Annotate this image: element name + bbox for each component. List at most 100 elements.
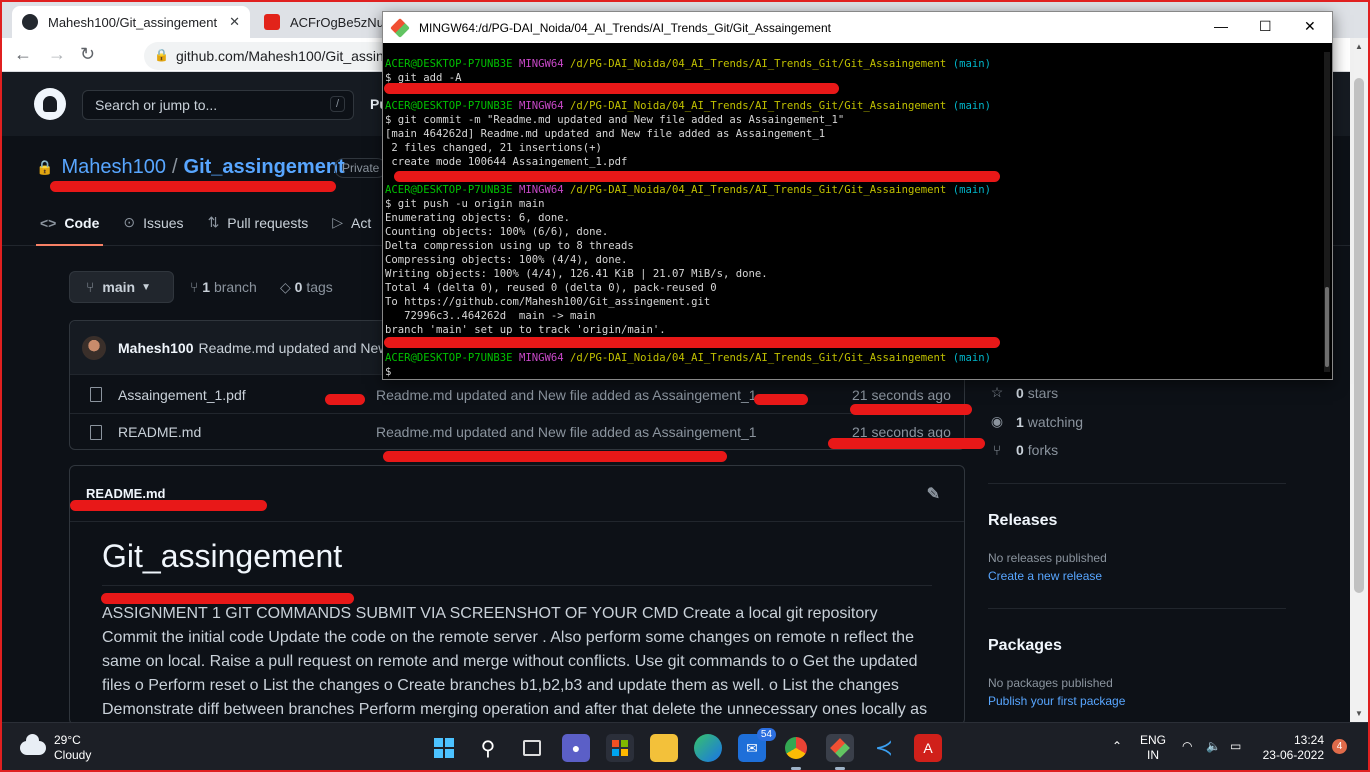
close-tab-icon[interactable]: ✕ (229, 14, 240, 30)
tab-issues[interactable]: ⊙ Issues (123, 214, 183, 231)
tab-label: Pull requests (227, 214, 309, 231)
repo-owner-link[interactable]: Mahesh100 (61, 156, 166, 179)
repo-name-link[interactable]: Git_assingement (184, 156, 345, 179)
file-name-link[interactable]: README.md (118, 424, 201, 440)
avatar[interactable] (82, 335, 106, 360)
close-icon[interactable]: ✕ (1304, 18, 1316, 35)
tag-icon: ◇ (280, 279, 295, 295)
commit-message[interactable]: Readme.md updated and New (198, 340, 388, 356)
language-indicator[interactable]: ENG IN (1140, 733, 1166, 763)
annotation-mark (394, 171, 1000, 182)
vscode-icon[interactable]: ≺ (870, 734, 898, 762)
path-separator: / (171, 156, 178, 178)
clock[interactable]: 13:24 23-06-2022 (1258, 733, 1324, 763)
publish-package-link[interactable]: Publish your first package (988, 694, 1125, 708)
git-bash-icon[interactable] (826, 734, 854, 770)
branches-link[interactable]: ⑂ 1 branch (190, 279, 257, 295)
branches-label: branch (213, 279, 257, 295)
terminal-titlebar[interactable]: MINGW64:/d/PG-DAI_Noida/04_AI_Trends/AI_… (383, 12, 1332, 43)
volume-icon[interactable]: 🔈 (1206, 739, 1221, 753)
tab-actions[interactable]: ▷ Act (332, 214, 371, 231)
notification-badge[interactable]: 4 (1332, 739, 1347, 754)
github-logo-icon[interactable] (34, 88, 66, 120)
edge-icon[interactable] (694, 734, 722, 762)
browser-tab-pdf[interactable]: ACFrOgBe5zNuX5 (254, 6, 400, 38)
maximize-icon[interactable]: ☐ (1259, 18, 1272, 35)
browser-tab-title: Mahesh100/Git_assingement (48, 14, 218, 30)
forks-count: 0 (1016, 442, 1024, 458)
chrome-icon[interactable] (782, 734, 810, 770)
forward-icon[interactable]: → (48, 44, 66, 65)
file-name-link[interactable]: Assaingement_1.pdf (118, 387, 246, 403)
releases-heading[interactable]: Releases (988, 512, 1057, 530)
tab-code[interactable]: <> Code (35, 214, 104, 246)
no-releases-text: No releases published (988, 551, 1107, 565)
minimize-icon[interactable]: — (1214, 18, 1228, 34)
scrollbar-thumb[interactable] (1354, 78, 1364, 593)
annotation-mark (383, 451, 727, 462)
search-input[interactable]: Search or jump to... / (82, 90, 354, 120)
prompt-host: MINGW64 (518, 100, 564, 112)
terminal-output-line: 2 files changed, 21 insertions(+) (385, 142, 602, 154)
address-bar[interactable]: 🔒 github.com/Mahesh100/Git_assin (144, 42, 404, 70)
mail-icon[interactable]: ✉ 54 (738, 728, 776, 762)
lock-icon: 🔒 (154, 48, 169, 62)
terminal-output-line: 72996c3..464262d main -> main (385, 310, 596, 322)
file-icon (90, 424, 102, 440)
stars-count: 0 (1016, 384, 1024, 401)
packages-heading[interactable]: Packages (988, 637, 1062, 655)
search-icon[interactable]: ⚲ (474, 734, 502, 762)
back-icon[interactable]: ← (14, 44, 32, 65)
watching-link[interactable]: ◉ 1 watching (988, 413, 1083, 430)
git-bash-window[interactable]: MINGW64:/d/PG-DAI_Noida/04_AI_Trends/AI_… (382, 11, 1333, 380)
windows-start-icon[interactable] (430, 734, 458, 762)
terminal-scrollbar[interactable] (1324, 52, 1330, 372)
language: ENG (1140, 733, 1167, 747)
file-explorer-icon[interactable] (650, 734, 678, 762)
browser-tab-github[interactable]: Mahesh100/Git_assingement ✕ (12, 6, 250, 38)
chevron-up-icon[interactable]: ⌃ (1112, 739, 1122, 753)
tags-link[interactable]: ◇ 0 tags (280, 279, 333, 296)
annotation-mark (50, 181, 336, 192)
store-icon[interactable] (606, 734, 634, 762)
annotation-mark (325, 394, 365, 405)
windows-taskbar: 29°C Cloudy ⚲ ● ✉ 54 ≺ A ⌃ ENG IN ◠ 🔈 ▭ 1… (0, 722, 1370, 772)
pencil-icon[interactable]: ✎ (927, 484, 940, 504)
annotation-mark (384, 83, 839, 94)
file-commit-message[interactable]: Readme.md updated and New file added as … (376, 387, 757, 403)
watching-count: 1 (1016, 413, 1024, 430)
mail-badge: 54 (756, 728, 776, 741)
file-commit-message[interactable]: Readme.md updated and New file added as … (376, 424, 757, 440)
create-release-link[interactable]: Create a new release (988, 569, 1102, 583)
branch-select-button[interactable]: ⑂ main ▼ (69, 271, 174, 303)
teams-chat-icon[interactable]: ● (562, 734, 590, 762)
prompt-path: /d/PG-DAI_Noida/04_AI_Trends/AI_Trends_G… (570, 184, 947, 196)
tab-pull-requests[interactable]: ⇅ Pull requests (208, 214, 309, 231)
prompt-host: MINGW64 (518, 184, 564, 196)
terminal-output[interactable]: ACER@DESKTOP-P7UNB3E MINGW64 /d/PG-DAI_N… (385, 57, 1315, 379)
region: IN (1147, 748, 1159, 762)
acrobat-icon[interactable]: A (914, 734, 942, 762)
prompt-user: ACER@DESKTOP-P7UNB3E (385, 184, 513, 196)
commit-author[interactable]: Mahesh100 (118, 340, 193, 356)
prompt-branch: (main) (952, 58, 991, 70)
weather-widget[interactable]: 29°C Cloudy (20, 733, 91, 763)
readme-filename[interactable]: README.md (86, 486, 165, 501)
watching-label: watching (1027, 413, 1084, 430)
pull-request-icon: ⇅ (207, 214, 220, 230)
battery-icon[interactable]: ▭ (1230, 739, 1241, 753)
stars-link[interactable]: ☆ 0 stars (988, 384, 1058, 401)
terminal-output-line: Writing objects: 100% (4/4), 126.41 KiB … (385, 268, 768, 280)
eye-icon: ◉ (990, 413, 1004, 429)
stars-label: stars (1027, 384, 1059, 401)
scroll-up-icon[interactable]: ▲ (1355, 42, 1363, 51)
page-scrollbar[interactable]: ▲ ▼ (1350, 38, 1368, 722)
terminal-output-line: [main 464262d] Readme.md updated and New… (385, 128, 826, 140)
reload-icon[interactable]: ↻ (80, 44, 95, 65)
forks-link[interactable]: ⑂ 0 forks (988, 442, 1058, 458)
terminal-output-line: Enumerating objects: 6, done. (385, 212, 570, 224)
task-view-icon[interactable] (518, 734, 546, 762)
wifi-icon[interactable]: ◠ (1182, 739, 1192, 753)
scroll-down-icon[interactable]: ▼ (1355, 709, 1363, 718)
scrollbar-thumb[interactable] (1325, 287, 1329, 367)
